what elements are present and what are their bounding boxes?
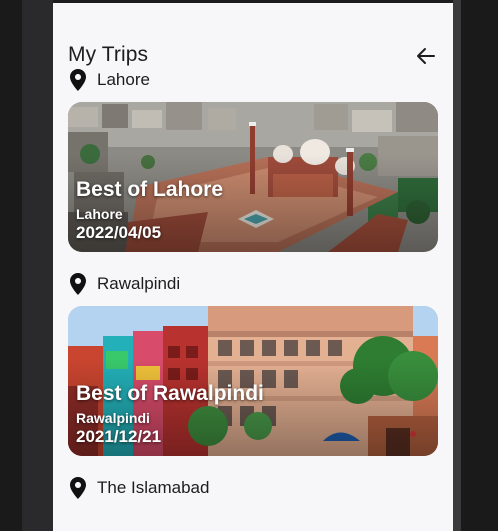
trip-date: 2022/04/05 [76, 223, 162, 242]
back-button[interactable] [413, 43, 439, 69]
trip-title: Best of Rawalpindi [76, 382, 264, 405]
location-name: Rawalpindi [97, 274, 181, 293]
page-title: My Trips [68, 43, 149, 66]
device-bezel-right [453, 0, 461, 531]
location-name: The Islamabad [97, 478, 210, 497]
location-pin-icon [70, 273, 86, 295]
device-bezel-left [0, 0, 22, 531]
location-row-lahore: Lahore [70, 69, 150, 91]
trip-card-lahore[interactable]: Best of Lahore Lahore 2022/04/05 [68, 102, 438, 252]
location-pin-icon [70, 69, 86, 91]
location-row-islamabad: The Islamabad [70, 477, 209, 499]
arrow-left-icon [417, 48, 435, 64]
app-screen: My Trips Lahore Best of Lahore Lahore 20… [53, 3, 453, 531]
location-row-rawalpindi: Rawalpindi [70, 273, 180, 295]
trip-city: Rawalpindi [76, 410, 150, 426]
trip-city: Lahore [76, 206, 123, 222]
location-name: Lahore [97, 70, 150, 89]
device-bezel-shade [22, 0, 53, 531]
trip-date: 2021/12/21 [76, 427, 162, 446]
device-bezel-far [461, 0, 498, 531]
location-pin-icon [70, 477, 86, 499]
trip-title: Best of Lahore [76, 178, 224, 201]
trip-card-rawalpindi[interactable]: Best of Rawalpindi Rawalpindi 2021/12/21 [68, 306, 438, 456]
